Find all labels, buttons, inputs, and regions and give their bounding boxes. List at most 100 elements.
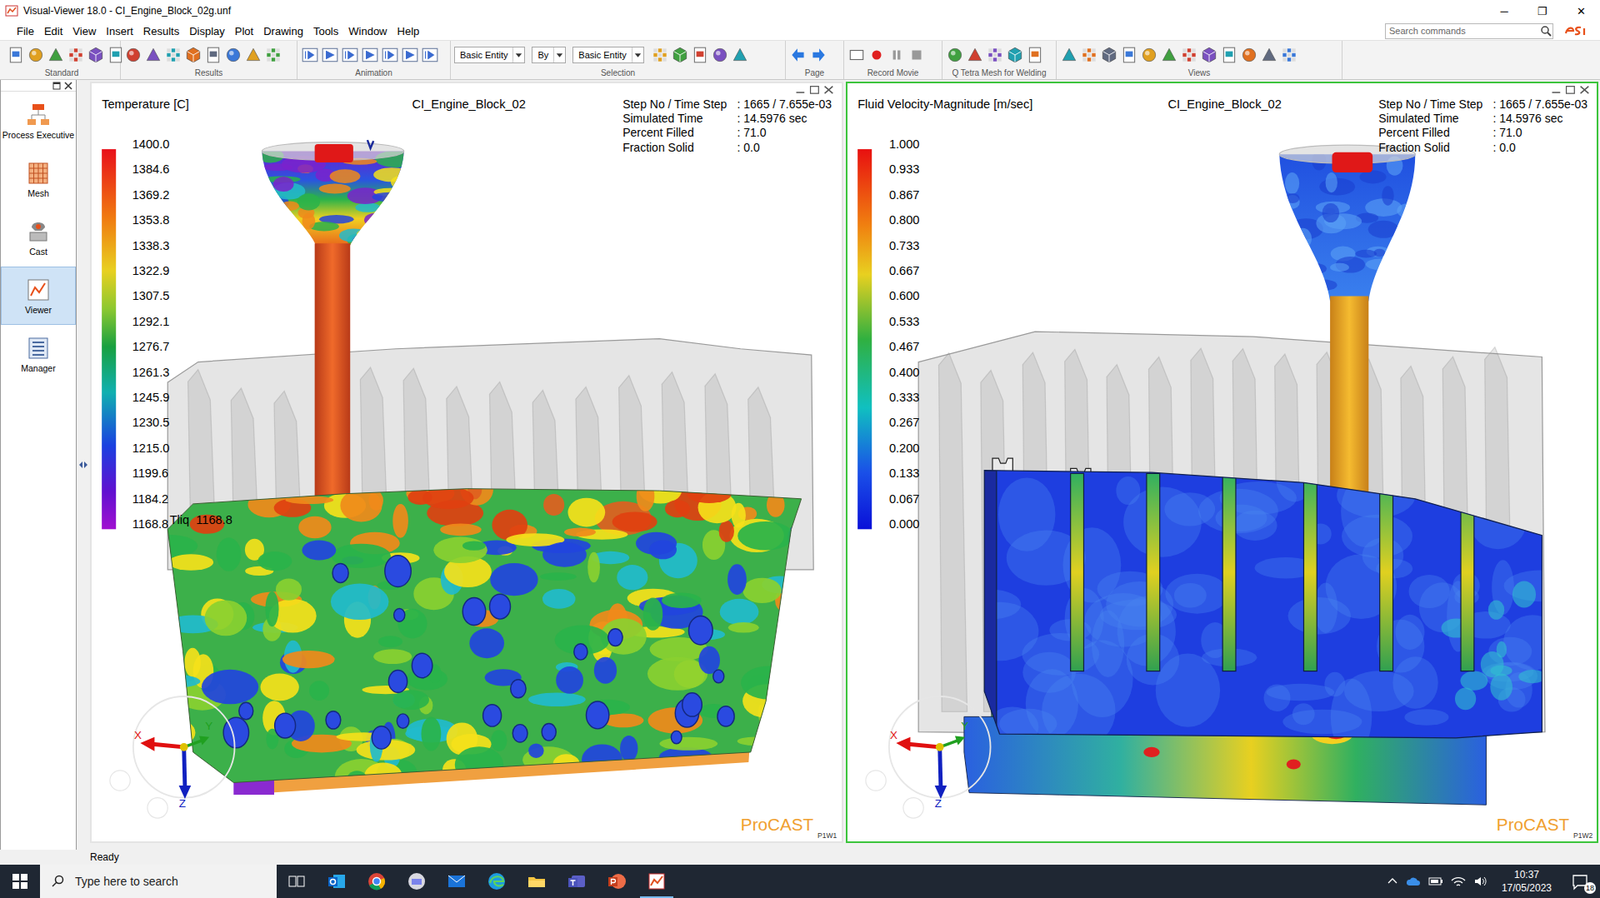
minimize-pane-icon[interactable]: [795, 85, 805, 95]
maximize-pane-icon[interactable]: [1565, 85, 1575, 95]
play-icon[interactable]: [1260, 45, 1279, 65]
taskbar-app[interactable]: [516, 865, 557, 898]
document-icon[interactable]: [1220, 45, 1239, 65]
manager-icon[interactable]: [25, 335, 52, 361]
minimize-button[interactable]: ─: [1485, 0, 1524, 22]
cube-icon[interactable]: [1100, 45, 1119, 65]
document-icon[interactable]: [204, 45, 223, 65]
playback-icon[interactable]: [360, 45, 380, 65]
powerpoint-icon[interactable]: [606, 871, 627, 892]
notification-center[interactable]: 18: [1560, 865, 1600, 898]
play-icon[interactable]: [46, 45, 65, 65]
process-executive-icon[interactable]: [25, 102, 52, 128]
grid-icon[interactable]: [264, 45, 283, 65]
sphere-icon[interactable]: [1240, 45, 1259, 65]
menu-item[interactable]: Results: [138, 23, 185, 40]
document-icon[interactable]: [106, 45, 125, 65]
esi-logo-icon[interactable]: [1563, 23, 1589, 39]
cube-icon[interactable]: [1005, 45, 1025, 65]
sphere-icon[interactable]: [945, 45, 965, 65]
grid-icon[interactable]: [1180, 45, 1199, 65]
sidebar-item[interactable]: Mesh: [0, 150, 76, 209]
play-icon[interactable]: [1060, 45, 1079, 65]
document-icon[interactable]: [1120, 45, 1139, 65]
dropdown-arrow-icon[interactable]: [631, 47, 644, 63]
start-button[interactable]: [0, 865, 40, 898]
taskbar-app[interactable]: [396, 865, 437, 898]
menu-item[interactable]: Drawing: [258, 23, 309, 40]
menu-item[interactable]: View: [67, 23, 101, 40]
casting-model[interactable]: [91, 83, 840, 842]
edge-icon[interactable]: [486, 871, 507, 892]
mail-icon[interactable]: [446, 871, 467, 892]
volume-icon[interactable]: [1473, 875, 1489, 888]
clock[interactable]: 10:3717/05/2023: [1493, 868, 1560, 895]
cube-icon[interactable]: [670, 45, 690, 65]
taskbar-app[interactable]: [476, 865, 517, 898]
sphere-icon[interactable]: [224, 45, 243, 65]
wifi-icon[interactable]: [1450, 875, 1466, 888]
play-icon[interactable]: [1160, 45, 1179, 65]
selection-dropdown[interactable]: Basic Entity: [454, 46, 525, 64]
dropdown-arrow-icon[interactable]: [553, 47, 565, 63]
play-icon[interactable]: [965, 45, 985, 65]
minimize-pane-icon[interactable]: [1550, 85, 1561, 95]
sphere-icon[interactable]: [710, 45, 730, 65]
document-icon[interactable]: [1025, 45, 1045, 65]
outlook-icon[interactable]: [326, 871, 347, 892]
play-icon[interactable]: [144, 45, 163, 65]
taskbar-search[interactable]: [40, 865, 277, 898]
show-hidden-icons-icon[interactable]: [1386, 875, 1399, 888]
close-button[interactable]: ✕: [1561, 0, 1600, 22]
taskbar-app[interactable]: [276, 865, 317, 898]
taskbar-app[interactable]: [556, 865, 597, 898]
pause-icon[interactable]: [887, 45, 906, 65]
playback-icon[interactable]: [380, 45, 400, 65]
page-arrow-icon[interactable]: [809, 45, 828, 65]
play-icon[interactable]: [730, 45, 750, 65]
grid-icon[interactable]: [985, 45, 1005, 65]
taskbar-app[interactable]: [316, 865, 357, 898]
command-search-input[interactable]: [1385, 25, 1540, 36]
collapse-splitter-icon[interactable]: [78, 460, 89, 470]
menu-item[interactable]: Help: [392, 23, 425, 40]
menu-item[interactable]: Insert: [100, 23, 139, 40]
menu-item[interactable]: Tools: [308, 23, 344, 40]
cast-icon[interactable]: [25, 219, 52, 245]
dropdown-arrow-icon[interactable]: [512, 47, 525, 63]
play-icon[interactable]: [244, 45, 263, 65]
file-explorer-icon[interactable]: [526, 871, 547, 892]
viewport[interactable]: Fluid Velocity-Magnitude [m/sec]CI_Engin…: [845, 81, 1600, 844]
taskbar-app[interactable]: [436, 865, 477, 898]
viewport-canvas[interactable]: Temperature [C]CI_Engine_Block_02Step No…: [91, 83, 840, 842]
menu-item[interactable]: File: [11, 23, 40, 40]
viewport[interactable]: Temperature [C]CI_Engine_Block_02Step No…: [90, 81, 844, 844]
viewport-canvas[interactable]: Fluid Velocity-Magnitude [m/sec]CI_Engin…: [847, 83, 1596, 842]
sidebar-item[interactable]: Manager: [0, 325, 76, 384]
page-arrow-icon[interactable]: [789, 45, 808, 65]
taskbar-app[interactable]: [596, 865, 637, 898]
sphere-icon[interactable]: [1140, 45, 1159, 65]
cloud-icon[interactable]: [1405, 875, 1421, 888]
task-view-icon[interactable]: [286, 871, 307, 892]
close-pane-icon[interactable]: [1579, 85, 1590, 95]
teams-meeting-icon[interactable]: [406, 871, 427, 892]
mesh-icon[interactable]: [25, 160, 52, 186]
menu-item[interactable]: Display: [184, 23, 230, 40]
float-panel-icon[interactable]: [52, 81, 61, 90]
grid-icon[interactable]: [1280, 45, 1299, 65]
sphere-icon[interactable]: [26, 45, 45, 65]
casting-model[interactable]: [847, 83, 1596, 842]
battery-icon[interactable]: [1428, 875, 1444, 888]
playback-icon[interactable]: [340, 45, 360, 65]
sidebar-item[interactable]: Cast: [0, 208, 76, 267]
splitter[interactable]: [76, 80, 90, 850]
playback-icon[interactable]: [420, 45, 440, 65]
record-icon[interactable]: [867, 45, 886, 65]
document-icon[interactable]: [6, 45, 25, 65]
maximize-pane-icon[interactable]: [809, 85, 820, 95]
close-pane-icon[interactable]: [823, 85, 834, 95]
menu-item[interactable]: Window: [343, 23, 392, 40]
restore-button[interactable]: ❐: [1523, 0, 1562, 22]
windows-logo-icon[interactable]: [12, 874, 28, 890]
